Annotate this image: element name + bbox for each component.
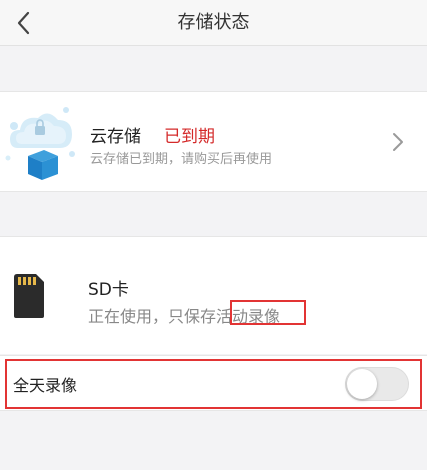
expired-badge: 已到期 (164, 127, 215, 147)
chevron-right-icon (393, 133, 403, 151)
cloud-storage-title: 云存储 (90, 127, 141, 147)
page-title: 存储状态 (177, 12, 250, 33)
sd-card-icon (14, 274, 44, 318)
cloud-storage-description: 云存储已到期，请购买后再使用 (90, 152, 273, 167)
top-bar: 存储状态 (0, 0, 427, 46)
cloud-storage-icon (5, 107, 75, 180)
toggle-knob (347, 369, 377, 399)
all-day-recording-row: 全天录像 (0, 355, 427, 411)
sd-card-description: 正在使用，只保存活动录像 (88, 307, 281, 326)
sd-card-title: SD卡 (88, 280, 129, 300)
sd-card-section: SD卡 正在使用，只保存活动录像 (0, 236, 427, 354)
all-day-recording-label: 全天录像 (13, 376, 78, 395)
cloud-storage-card[interactable]: 云存储 已到期 云存储已到期，请购买后再使用 (0, 91, 427, 192)
all-day-recording-toggle[interactable] (345, 367, 409, 401)
